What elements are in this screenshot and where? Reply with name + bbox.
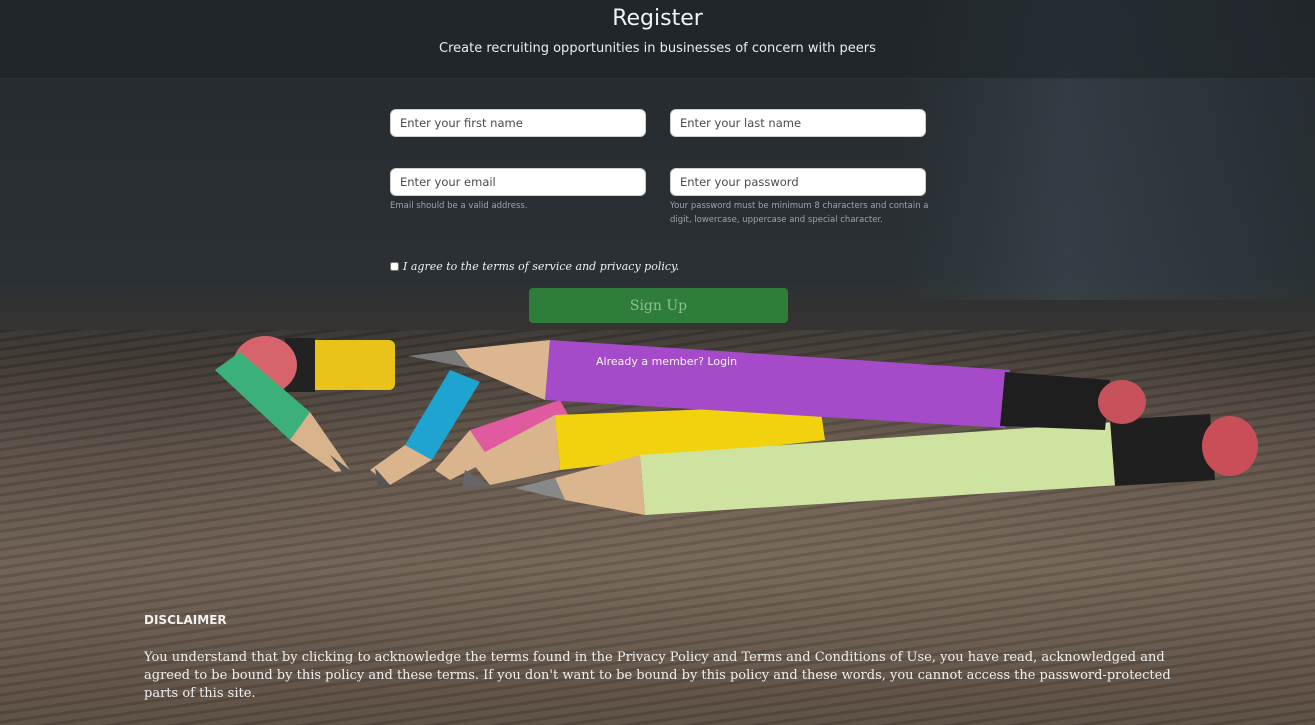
already-member-text: Already a member?	[596, 355, 708, 368]
disclaimer-text: You understand that by clicking to ackno…	[144, 650, 1171, 701]
terms-checkbox[interactable]	[390, 262, 399, 271]
email-input[interactable]	[390, 168, 646, 196]
email-hint: Email should be a valid address.	[390, 201, 528, 211]
password-hint-line1: Your password must be minimum 8 characte…	[670, 201, 929, 211]
already-member-line: Already a member? Login	[596, 355, 737, 368]
sign-up-button[interactable]: Sign Up	[529, 288, 788, 323]
disclaimer-title: DISCLAIMER	[144, 613, 227, 627]
last-name-input[interactable]	[670, 109, 926, 137]
first-name-input[interactable]	[390, 109, 646, 137]
terms-agreement[interactable]: I agree to the terms of service and priv…	[390, 260, 679, 273]
password-input[interactable]	[670, 168, 926, 196]
page-subtitle: Create recruiting opportunities in busin…	[439, 41, 876, 56]
login-link[interactable]: Login	[707, 355, 737, 368]
terms-label: I agree to the terms of service and priv…	[403, 260, 680, 273]
page-title: Register	[612, 6, 703, 31]
password-hint-line2: digit, lowercase, uppercase and special …	[670, 215, 883, 225]
register-page: Register Create recruiting opportunities…	[0, 0, 1315, 725]
